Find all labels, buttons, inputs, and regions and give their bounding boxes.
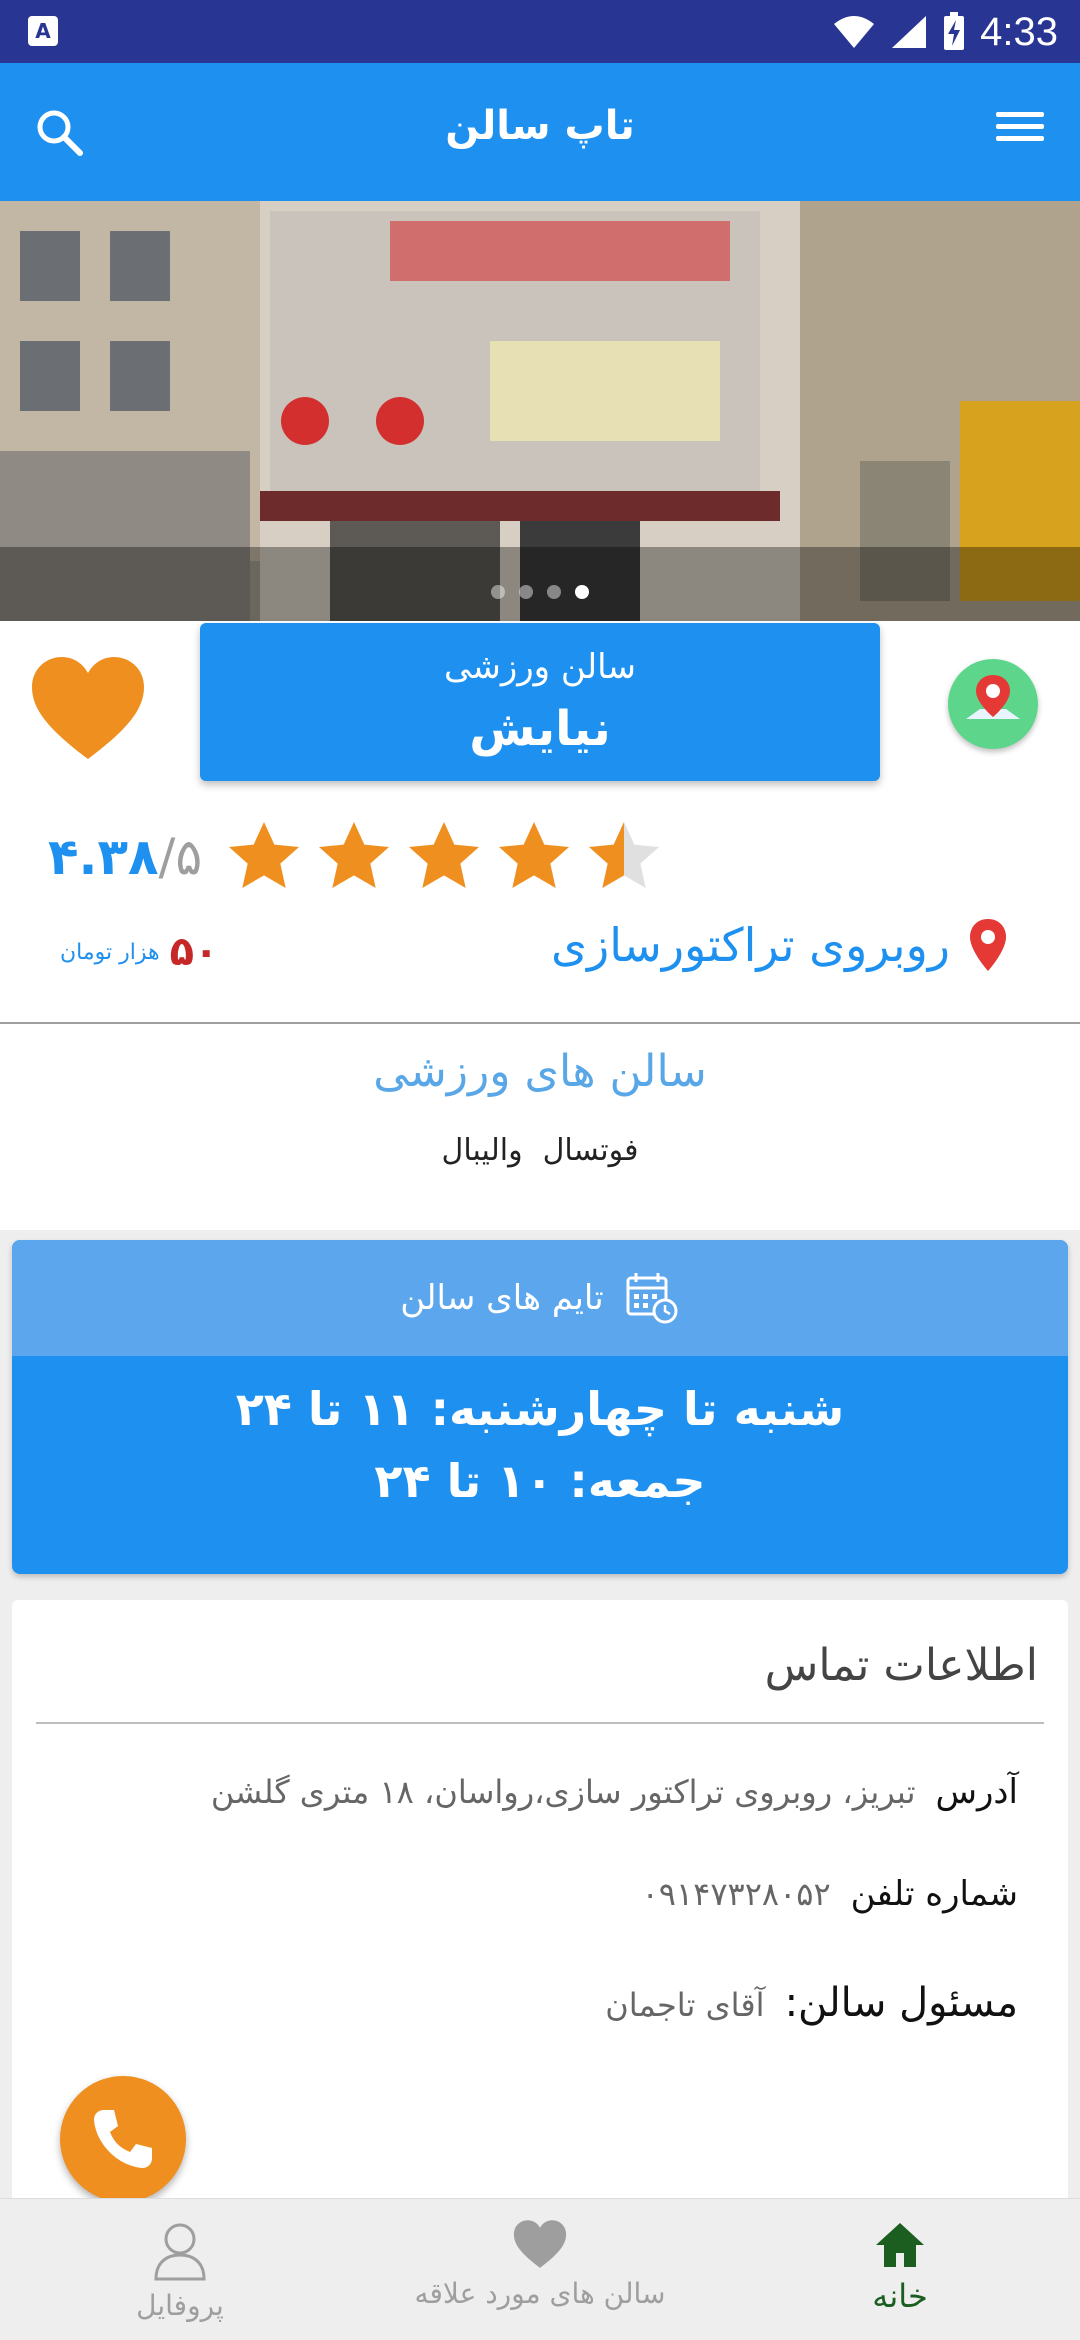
address-row: آدرس تبریز، روبروی تراکتور سازی،رواسان، … — [211, 1772, 1018, 1812]
address-value: تبریز، روبروی تراکتور سازی،رواسان، ۱۸ مت… — [210, 1773, 916, 1811]
carousel-dot-active[interactable] — [575, 585, 589, 599]
carousel-dot[interactable] — [547, 585, 561, 599]
star-icon — [499, 822, 570, 888]
star-icon — [319, 822, 390, 888]
manager-label: مسئول سالن: — [784, 1980, 1018, 2026]
venue-name-box: سالن ورزشی نیایش — [200, 623, 880, 781]
carousel-dots — [0, 585, 1080, 599]
sport-item: والیبال — [441, 1133, 523, 1168]
rating-stars — [224, 817, 664, 897]
phone-label: شماره تلفن — [850, 1874, 1018, 1914]
status-time: 4:33 — [980, 9, 1058, 54]
venue-type-label: سالن ورزشی — [444, 647, 636, 687]
nav-favorites[interactable]: سالن های مورد علاقه — [360, 2199, 720, 2340]
manager-row: مسئول سالن: آقای تاجمان — [605, 1980, 1018, 2026]
heart-icon — [513, 2220, 567, 2268]
sport-item: فوتسال — [542, 1133, 639, 1168]
bottom-navigation: پروفایل سالن های مورد علاقه خانه — [0, 2198, 1080, 2340]
wifi-icon — [834, 16, 875, 48]
profile-icon — [154, 2223, 206, 2281]
nav-home[interactable]: خانه — [720, 2199, 1080, 2340]
price-unit: هزار تومان — [60, 939, 160, 965]
venue-photo-carousel[interactable] — [0, 201, 1080, 621]
rating-row: ۴.۳۸ /۵ — [48, 817, 664, 897]
menu-icon-bar — [996, 112, 1044, 117]
notification-icon: A — [28, 16, 58, 46]
price: ۵۰ هزار تومان — [60, 929, 218, 975]
status-bar: A 4:33 — [0, 0, 1080, 63]
favorite-heart-icon[interactable] — [28, 655, 148, 765]
nav-label: سالن های مورد علاقه — [414, 2277, 666, 2310]
nav-label: خانه — [872, 2277, 928, 2315]
nav-label: پروفایل — [136, 2289, 224, 2322]
nav-profile[interactable]: پروفایل — [0, 2199, 360, 2340]
menu-button[interactable] — [990, 105, 1050, 161]
venue-name: نیایش — [469, 701, 611, 757]
location-pin-icon — [970, 919, 1006, 971]
menu-icon-bar — [996, 136, 1044, 141]
map-icon — [966, 675, 1020, 719]
address-label: آدرس — [935, 1772, 1018, 1812]
home-icon — [876, 2223, 924, 2267]
price-value: ۵۰ — [169, 929, 219, 975]
menu-icon-bar — [996, 124, 1044, 129]
calendar-clock-icon — [626, 1273, 678, 1324]
phone-value[interactable]: ۰۹۱۴۷۳۲۸۰۵۲ — [642, 1875, 831, 1913]
rating-max: /۵ — [158, 828, 203, 886]
phone-icon — [94, 2110, 152, 2168]
venue-photo — [0, 201, 1080, 621]
hours-line: جمعه: ۱۰ تا ۲۴ — [374, 1454, 706, 1508]
hours-header: تایم های سالن — [12, 1240, 1068, 1356]
venue-info: سالن ورزشی نیایش ۴.۳۸ /۵ ۵۰ هزار تومان ر… — [0, 621, 1080, 1023]
location: روبروی تراکتورسازی — [551, 917, 1010, 973]
battery-charging-icon — [944, 12, 965, 50]
half-star-icon — [589, 822, 660, 888]
app-title: تاپ سالن — [445, 103, 635, 149]
star-icon — [229, 822, 300, 888]
sports-list: فوتسال والیبال — [0, 1133, 1080, 1168]
rating-value: ۴.۳۸ — [48, 828, 159, 886]
phone-row: شماره تلفن ۰۹۱۴۷۳۲۸۰۵۲ — [642, 1874, 1018, 1914]
sports-title: سالن های ورزشی — [373, 1046, 707, 1097]
star-icon — [409, 822, 480, 888]
signal-icon — [892, 16, 927, 48]
hours-line: شنبه تا چهارشنبه: ۱۱ تا ۲۴ — [235, 1382, 845, 1436]
map-button[interactable] — [948, 659, 1038, 749]
call-button[interactable] — [60, 2076, 186, 2202]
contact-title: اطلاعات تماس — [764, 1640, 1038, 1691]
app-bar: تاپ سالن — [0, 63, 1080, 201]
hours-title: تایم های سالن — [400, 1278, 604, 1318]
contact-divider — [36, 1722, 1044, 1724]
hours-card: تایم های سالن شنبه تا چهارشنبه: ۱۱ تا ۲۴… — [12, 1240, 1068, 1574]
location-text: روبروی تراکتورسازی — [551, 918, 950, 972]
manager-value: آقای تاجمان — [605, 1986, 765, 2024]
sports-section: سالن های ورزشی فوتسال والیبال — [0, 1024, 1080, 1230]
carousel-dot[interactable] — [519, 585, 533, 599]
carousel-dot[interactable] — [491, 585, 505, 599]
status-icons: 4:33 — [832, 8, 1058, 56]
